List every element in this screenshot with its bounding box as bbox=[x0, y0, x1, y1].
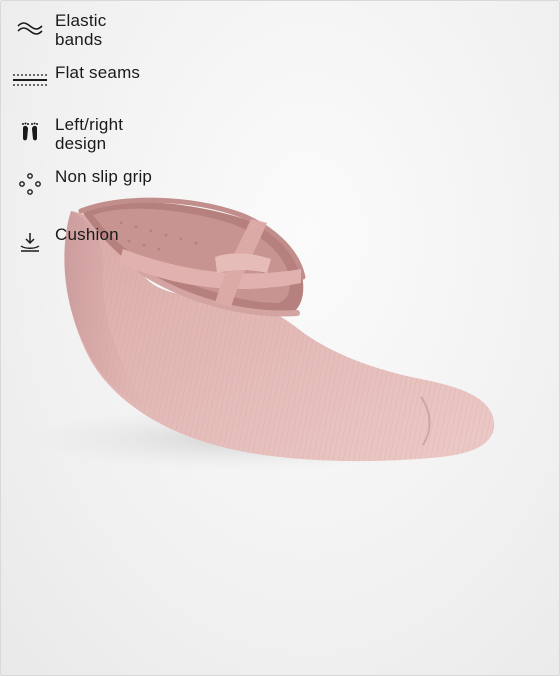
feature-label: Cushion bbox=[55, 225, 119, 244]
feature-left-right-design: Left/right design bbox=[13, 115, 155, 153]
feature-elastic-bands: Elastic bands bbox=[13, 11, 155, 49]
sock-product-image bbox=[31, 197, 495, 471]
elastic-bands-icon bbox=[13, 17, 47, 39]
left-right-feet-icon bbox=[13, 121, 47, 143]
feature-label: Flat seams bbox=[55, 63, 141, 82]
flat-seams-icon bbox=[13, 69, 47, 91]
feature-label: Non slip grip bbox=[55, 167, 153, 186]
cushion-icon bbox=[13, 231, 47, 253]
feature-label: Left/right design bbox=[55, 115, 124, 153]
feature-cushion: Cushion bbox=[13, 225, 155, 253]
feature-label: Elastic bands bbox=[55, 11, 107, 49]
feature-flat-seams: Flat seams bbox=[13, 63, 155, 91]
feature-non-slip-grip: Non slip grip bbox=[13, 167, 155, 195]
product-image-frame: Elastic bands Flat seams Left/right desi… bbox=[0, 0, 560, 676]
non-slip-dots-icon bbox=[13, 173, 47, 195]
